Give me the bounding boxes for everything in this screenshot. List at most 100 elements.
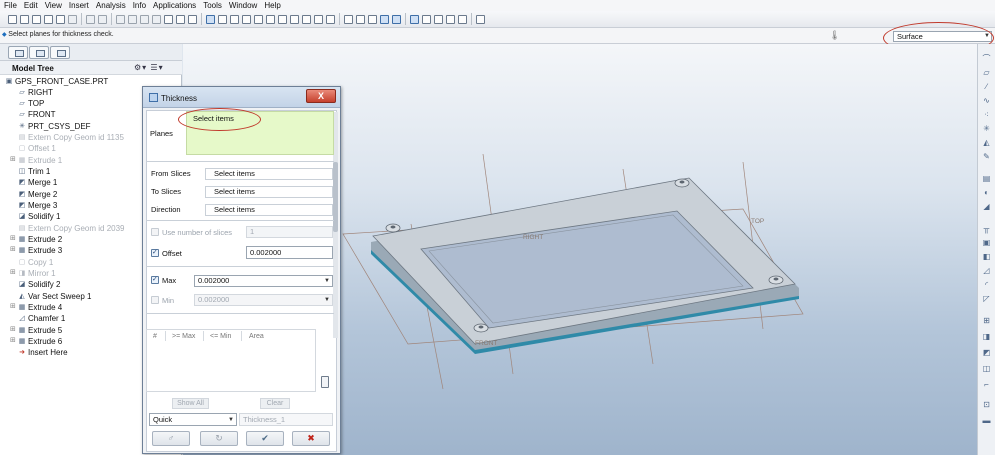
rib-tool-icon[interactable]: ◧	[982, 252, 991, 261]
min-checkbox[interactable]	[151, 296, 159, 304]
saved-views-icon[interactable]	[302, 14, 311, 24]
tree-item-root[interactable]: ▣ GPS_FRONT_CASE.PRT	[5, 76, 109, 87]
select-box-icon[interactable]	[188, 14, 197, 24]
find-icon[interactable]	[176, 14, 185, 24]
cancel-button[interactable]: ✖	[292, 431, 330, 446]
analysis-icon[interactable]: ◭	[982, 138, 991, 147]
undo-icon[interactable]	[86, 14, 95, 24]
round-tool-icon[interactable]: ◜	[982, 280, 991, 289]
clear-button[interactable]: Clear	[260, 398, 290, 409]
appearance-icon[interactable]	[242, 14, 251, 24]
tree-item-extern-copy-1[interactable]: ▤ Extern Copy Geom id 1135	[18, 132, 124, 143]
merge-tool-icon[interactable]: ◩	[982, 348, 991, 357]
point-icon[interactable]: ⁖	[982, 110, 991, 119]
preview-button[interactable]: ♂	[152, 431, 190, 446]
new-file-icon[interactable]	[8, 14, 17, 24]
from-slices-collector[interactable]: Select items	[205, 168, 333, 180]
tree-item-solidify-1[interactable]: ◪ Solidify 1	[18, 211, 61, 222]
tree-item-extern-copy-2[interactable]: ▤ Extern Copy Geom id 2039	[18, 223, 125, 234]
tree-item-csys[interactable]: ✳ PRT_CSYS_DEF	[18, 121, 90, 132]
regenerate-icon[interactable]	[164, 14, 173, 24]
expand-icon[interactable]: ⊞	[10, 155, 16, 163]
view-manager-icon[interactable]	[326, 14, 335, 24]
expand-icon[interactable]: ⊞	[10, 245, 16, 253]
sketch-icon[interactable]: ⌒	[982, 54, 991, 63]
email-link-icon[interactable]	[68, 14, 77, 24]
chamfer-tool-icon[interactable]: ◸	[982, 294, 991, 303]
enhanced-realism-icon[interactable]	[392, 14, 401, 24]
min-combo[interactable]: 0.002000 ▼	[194, 294, 333, 306]
menu-help[interactable]: Help	[264, 1, 280, 10]
close-button[interactable]: X	[306, 89, 336, 103]
extend-tool-icon[interactable]: ⌐	[982, 380, 991, 389]
offset-checkbox[interactable]	[151, 248, 159, 257]
datum-axes-icon[interactable]	[422, 14, 431, 24]
shell-tool-icon[interactable]: ▣	[982, 238, 991, 247]
sweep-tool-icon[interactable]: ◢	[982, 202, 991, 211]
tree-item-insert-here[interactable]: ➜ Insert Here	[18, 347, 68, 358]
thicken-tool-icon[interactable]: ▬	[982, 416, 991, 425]
tab-model-tree[interactable]	[8, 46, 28, 59]
tree-settings-icon[interactable]: ⚙▾ ☰▾	[134, 63, 164, 72]
menu-edit[interactable]: Edit	[24, 1, 38, 10]
context-help-icon[interactable]	[476, 14, 485, 24]
offset-tool-icon[interactable]: ⊡	[982, 400, 991, 409]
dialog-title-bar[interactable]: Thickness X	[143, 87, 340, 108]
plane-icon[interactable]: ▱	[982, 68, 991, 77]
repaint-icon[interactable]	[206, 14, 215, 24]
paste-icon[interactable]	[140, 14, 149, 24]
tree-item-extrude-6[interactable]: ⊞ ▦ Extrude 6	[10, 336, 62, 347]
zoom-out-icon[interactable]	[266, 14, 275, 24]
list-details-icon[interactable]	[321, 376, 329, 388]
expand-icon[interactable]: ⊞	[10, 302, 16, 310]
hidden-line-icon[interactable]	[356, 14, 365, 24]
expand-icon[interactable]: ⊞	[10, 234, 16, 242]
tree-item-extrude-5[interactable]: ⊞ ▦ Extrude 5	[10, 325, 62, 336]
revolve-tool-icon[interactable]: ◐	[982, 188, 991, 197]
menu-tools[interactable]: Tools	[203, 1, 222, 10]
tab-folder-browser[interactable]	[29, 46, 49, 59]
menu-info[interactable]: Info	[133, 1, 146, 10]
no-hidden-icon[interactable]	[368, 14, 377, 24]
tree-item-merge-2[interactable]: ◩ Merge 2	[18, 189, 58, 200]
tab-favorites[interactable]	[50, 46, 70, 59]
shading-icon[interactable]	[380, 14, 389, 24]
tree-item-mirror-1[interactable]: ⊞ ◨ Mirror 1	[10, 268, 56, 279]
orient-mode-icon[interactable]	[230, 14, 239, 24]
direction-collector[interactable]: Select items	[205, 204, 333, 216]
curve-icon[interactable]: ∿	[982, 96, 991, 105]
cut-icon[interactable]	[116, 14, 125, 24]
tree-item-solidify-2[interactable]: ◪ Solidify 2	[18, 279, 61, 290]
menu-window[interactable]: Window	[229, 1, 257, 10]
menu-applications[interactable]: Applications	[153, 1, 196, 10]
repeat-button[interactable]: ↻	[200, 431, 238, 446]
ok-button[interactable]: ✔	[246, 431, 284, 446]
max-combo[interactable]: 0.002000 ▼	[194, 275, 333, 287]
open-file-icon[interactable]	[20, 14, 29, 24]
expand-icon[interactable]: ⊞	[10, 325, 16, 333]
tree-item-extrude-4[interactable]: ⊞ ▦ Extrude 4	[10, 302, 62, 313]
trim-tool-icon[interactable]: ◫	[982, 364, 991, 373]
feature-name-input[interactable]: Thickness_1	[239, 413, 333, 426]
expand-icon[interactable]: ⊞	[10, 336, 16, 344]
redo-icon[interactable]	[98, 14, 107, 24]
tree-item-right[interactable]: ▱ RIGHT	[18, 87, 53, 98]
csys-display-icon[interactable]	[446, 14, 455, 24]
hole-tool-icon[interactable]: ╥	[982, 224, 991, 233]
menu-insert[interactable]: Insert	[69, 1, 89, 10]
menu-view[interactable]: View	[45, 1, 62, 10]
use-slices-checkbox[interactable]	[151, 228, 159, 236]
wireframe-icon[interactable]	[344, 14, 353, 24]
mirror-tool-icon[interactable]: ◨	[982, 332, 991, 341]
expand-icon[interactable]: ⊞	[10, 268, 16, 276]
tree-item-merge-1[interactable]: ◩ Merge 1	[18, 177, 58, 188]
copy-icon[interactable]	[128, 14, 137, 24]
reorient-icon[interactable]	[290, 14, 299, 24]
datum-points-icon[interactable]	[434, 14, 443, 24]
tree-item-front[interactable]: ▱ FRONT	[18, 109, 55, 120]
tree-item-chamfer-1[interactable]: ◿ Chamfer 1	[18, 313, 65, 324]
annotation-display-icon[interactable]	[458, 14, 467, 24]
draft-tool-icon[interactable]: ◿	[982, 266, 991, 275]
tree-item-trim-1[interactable]: ◫ Trim 1	[18, 166, 51, 177]
pattern-tool-icon[interactable]: ⊞	[982, 316, 991, 325]
